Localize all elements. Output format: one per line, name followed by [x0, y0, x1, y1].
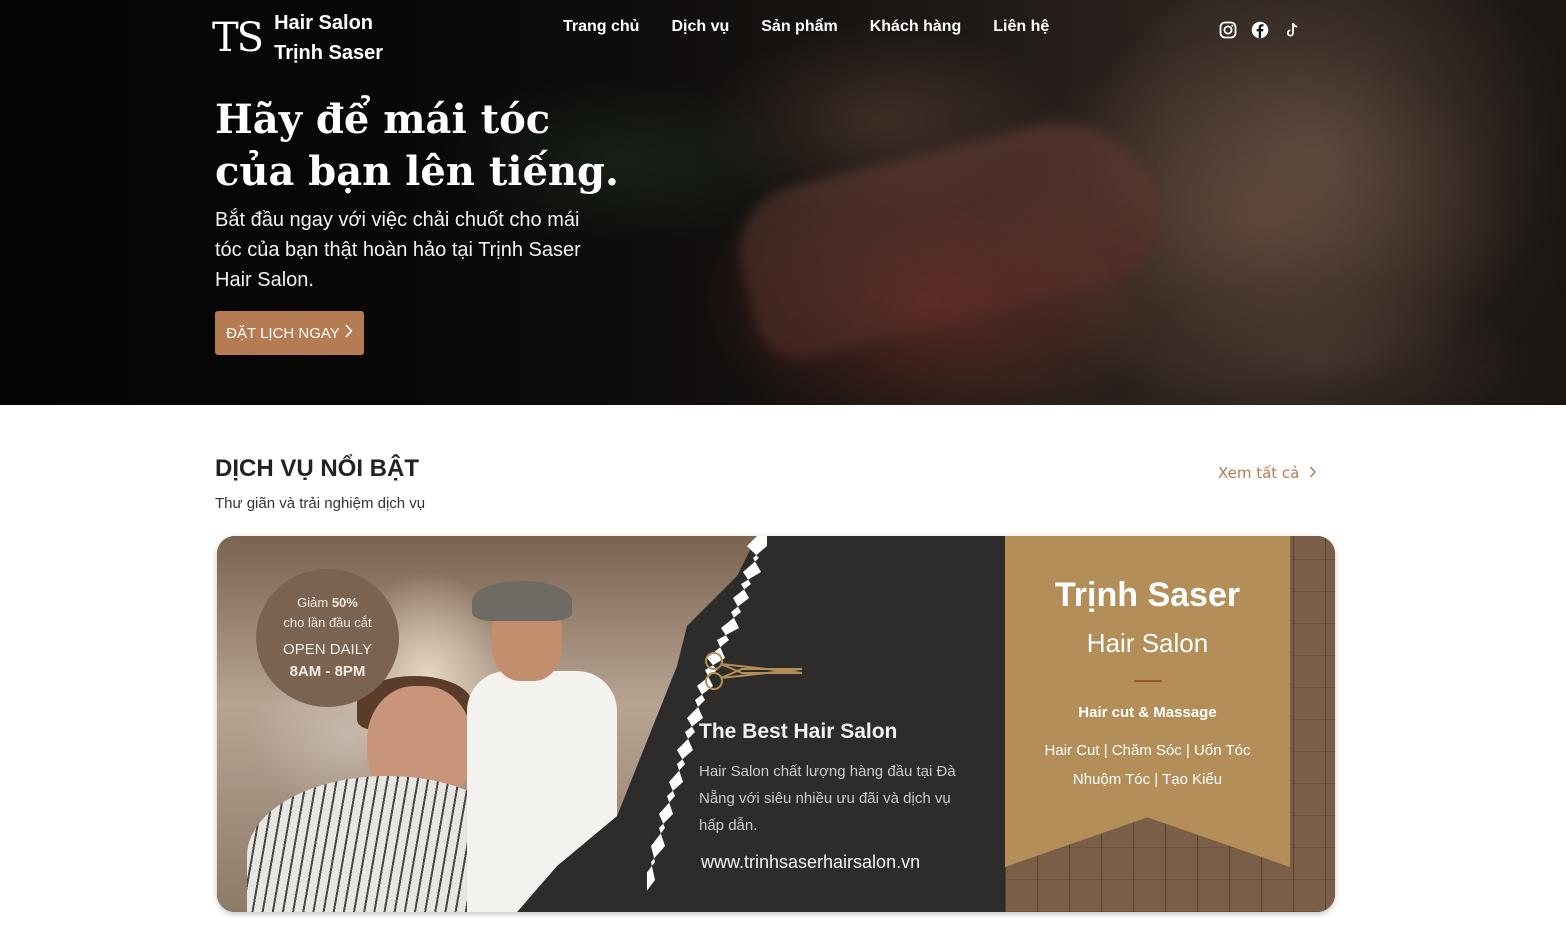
featured-services-subtitle: Thư giãn và trải nghiệm dịch vụ: [215, 495, 426, 512]
hero-subtitle: Bắt đầu ngay với việc chải chuốt cho mái…: [215, 209, 581, 291]
logo-text: Hair Salon Trịnh Saser: [274, 8, 383, 68]
main-nav: Trang chủ Dịch vụ Sản phẩm Khách hàng Li…: [563, 18, 1049, 36]
photo-barber-coat: [467, 671, 617, 912]
badge-discount-prefix: Giảm: [297, 595, 329, 610]
chevron-right-icon: [344, 324, 353, 342]
hero-title-line1: Hãy để mái tóc: [215, 96, 551, 143]
ribbon-divider: [1134, 680, 1162, 682]
badge-open-daily: OPEN DAILY: [283, 641, 372, 658]
see-all-link[interactable]: Xem tất cả: [1218, 464, 1317, 482]
banner-website-url: www.trinhsaserhairsalon.vn: [701, 852, 921, 872]
instagram-icon[interactable]: [1219, 21, 1237, 39]
book-now-label: ĐẶT LỊCH NGAY: [226, 324, 340, 342]
logo-mark: TS: [212, 15, 264, 61]
banner-description: Hair Salon chất lượng hàng đầu tại Đà Nẵ…: [699, 763, 956, 834]
nav-item-home[interactable]: Trang chủ: [563, 18, 639, 36]
badge-discount-line: Giảm 50%: [297, 593, 358, 613]
brand-logo[interactable]: TS Hair Salon Trịnh Saser: [212, 8, 383, 68]
ribbon-subtitle: Hair Salon: [1086, 628, 1209, 658]
social-links: [1219, 21, 1301, 39]
logo-name-line1: Hair Salon: [274, 12, 374, 34]
photo-barber-cap: [472, 581, 572, 621]
nav-item-customers[interactable]: Khách hàng: [870, 18, 962, 36]
featured-services-title: DỊCH VỤ NỔI BẬT: [215, 455, 419, 482]
nav-item-services[interactable]: Dịch vụ: [671, 18, 729, 36]
nav-item-contact[interactable]: Liên hệ: [993, 18, 1049, 36]
see-all-label: Xem tất cả: [1218, 464, 1300, 482]
ribbon-services-title: Hair cut & Massage: [1078, 704, 1217, 721]
logo-name-line2: Trịnh Saser: [274, 42, 384, 64]
hero-title: Hãy để mái tóc của bạn lên tiếng.: [215, 94, 635, 198]
hero-section: TS Hair Salon Trịnh Saser Trang chủ Dịch…: [0, 0, 1566, 405]
badge-hours: 8AM - 8PM: [289, 663, 366, 680]
banner-headline: The Best Hair Salon: [699, 720, 898, 743]
scissors-icon: [705, 652, 803, 690]
ribbon-services-line1: Hair Cut | Chăm Sóc | Uốn Tóc: [1044, 742, 1251, 759]
promo-circle-badge: Giảm 50% cho lần đầu cắt OPEN DAILY 8AM …: [256, 569, 399, 707]
ribbon-services-list: Hair Cut | Chăm Sóc | Uốn Tóc Nhuộm Tóc …: [1005, 736, 1290, 794]
hero-title-line2: của bạn lên tiếng.: [215, 148, 619, 195]
promo-banner[interactable]: Giảm 50% cho lần đầu cắt OPEN DAILY 8AM …: [217, 536, 1335, 912]
ribbon-services-line2: Nhuộm Tóc | Tạo Kiểu: [1072, 771, 1223, 788]
chevron-right-icon: [1309, 464, 1317, 482]
ribbon-title: Trịnh Saser: [1054, 576, 1241, 614]
nav-item-products[interactable]: Sản phẩm: [761, 18, 837, 36]
badge-first-cut: cho lần đầu cắt: [283, 615, 372, 630]
tiktok-icon[interactable]: [1283, 21, 1301, 39]
badge-discount-value: 50%: [331, 595, 358, 610]
facebook-icon[interactable]: [1251, 21, 1269, 39]
book-now-button[interactable]: ĐẶT LỊCH NGAY: [215, 311, 364, 355]
